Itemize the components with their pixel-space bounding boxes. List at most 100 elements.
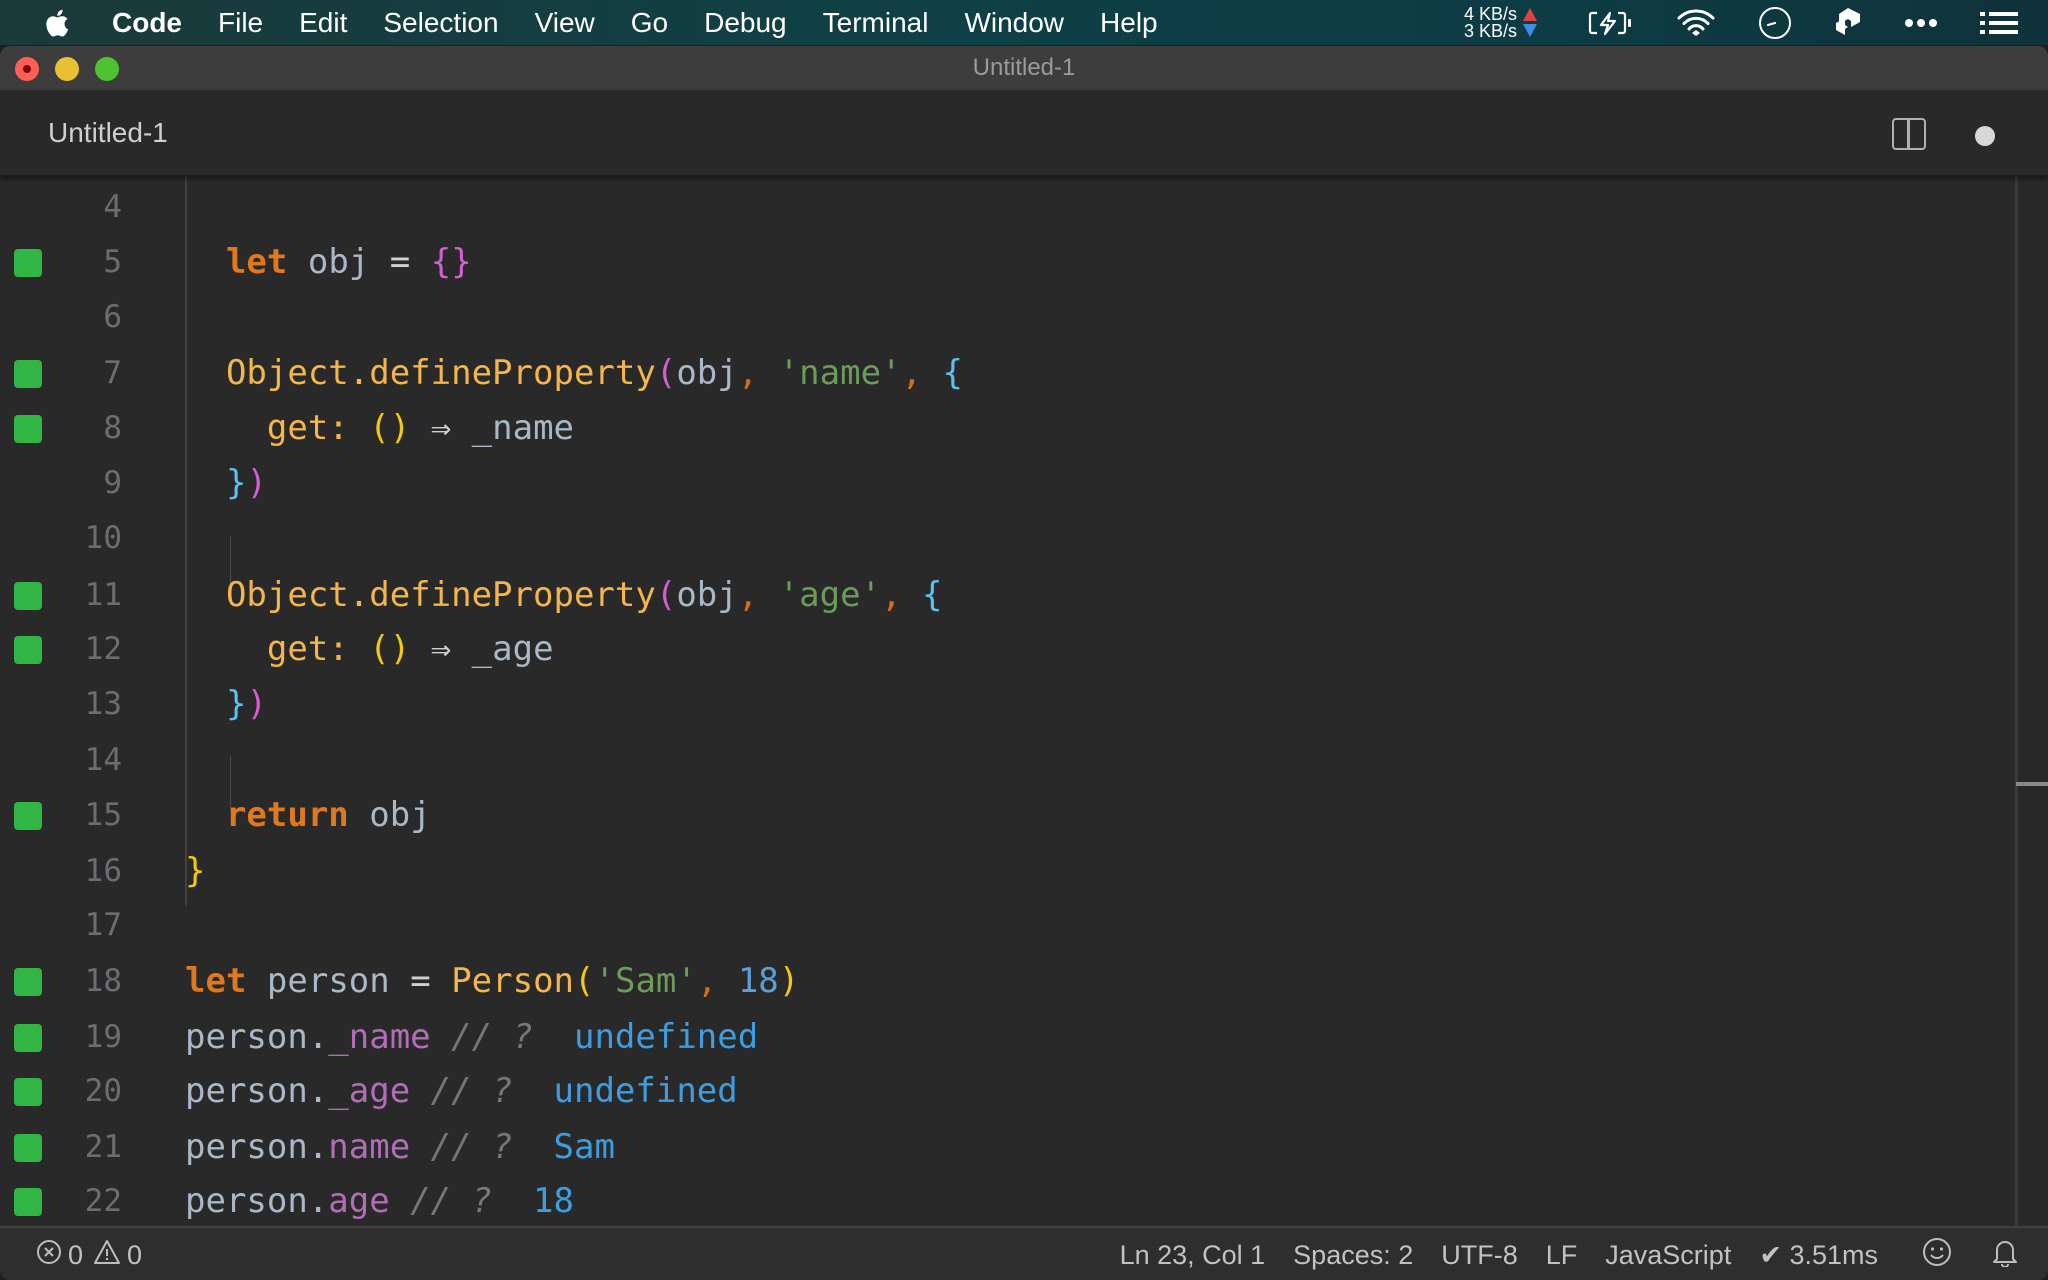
menu-selection[interactable]: Selection <box>365 0 516 45</box>
wifi-icon[interactable] <box>1676 8 1716 38</box>
dropbox-icon[interactable] <box>1834 7 1862 39</box>
upload-speed: 4 KB/s <box>1463 3 1517 24</box>
code-text: person.name // ? Sam <box>185 1120 615 1175</box>
code-line: 8 get: () ⇒ _name <box>0 401 1960 456</box>
line-number: 22 <box>84 1183 122 1219</box>
keyword: let <box>185 961 247 1001</box>
brace: { <box>922 575 943 615</box>
code-line: 22 person.age // ? 18 <box>0 1174 1960 1226</box>
menu-window[interactable]: Window <box>946 0 1082 45</box>
battery-charging-icon[interactable] <box>1588 10 1634 36</box>
parens: () <box>369 629 411 669</box>
code-text: person.age // ? 18 <box>185 1174 574 1226</box>
identifier: person. <box>185 1127 329 1167</box>
code-text: person._age // ? undefined <box>185 1064 738 1119</box>
paren: ) <box>246 684 267 724</box>
property-key: get: <box>266 408 349 448</box>
code-line: 6 <box>0 290 1960 345</box>
code-line: 12 get: () ⇒ _age <box>0 622 1960 677</box>
code-line: 10 <box>0 511 1960 566</box>
code-line: 17 <box>0 898 1960 953</box>
coverage-marker-icon <box>14 582 42 610</box>
line-number: 9 <box>103 465 122 501</box>
indentation-setting[interactable]: Spaces: 2 <box>1293 1240 1413 1271</box>
menu-edit[interactable]: Edit <box>281 0 365 45</box>
line-number: 5 <box>103 244 122 280</box>
file-encoding[interactable]: UTF-8 <box>1441 1240 1518 1271</box>
tab-bar: Untitled-1 <box>0 91 2048 176</box>
keyword: return <box>225 795 349 835</box>
identifier: _name <box>471 408 575 448</box>
coverage-marker-icon <box>14 1134 42 1162</box>
menu-app-code[interactable]: Code <box>94 0 200 45</box>
code-line: 9 }) <box>0 456 1960 511</box>
code-text: Object.defineProperty(obj, 'age', { <box>185 568 943 623</box>
code-text: get: () ⇒ _name <box>185 401 574 456</box>
code-text: let person = Person('Sam', 18) <box>185 954 799 1009</box>
code-line: 4 <box>0 180 1960 235</box>
code-line: 20 person._age // ? undefined <box>0 1064 1960 1119</box>
comment: // ? <box>430 1071 513 1111</box>
comma: , <box>737 575 759 615</box>
brace: { <box>942 353 963 393</box>
property: age <box>328 1181 390 1221</box>
error-icon <box>36 1239 62 1272</box>
identifier: person <box>266 961 390 1001</box>
menu-debug[interactable]: Debug <box>686 0 805 45</box>
menu-go[interactable]: Go <box>613 0 686 45</box>
code-line: 11 Object.defineProperty(obj, 'age', { <box>0 568 1960 623</box>
code-line: 16 } <box>0 844 1960 899</box>
vscode-window: Untitled-1 Untitled-1 4 5 let obj = {} 6… <box>0 46 2048 1280</box>
problems-indicator[interactable]: 0 0 <box>36 1228 152 1280</box>
menu-view[interactable]: View <box>517 0 613 45</box>
menu-terminal[interactable]: Terminal <box>805 0 947 45</box>
keyword: let <box>225 242 288 282</box>
identifier: obj <box>676 575 738 615</box>
title-bar[interactable]: Untitled-1 <box>0 46 2048 91</box>
braces: {} <box>430 242 472 282</box>
line-number: 12 <box>84 631 122 667</box>
comma: , <box>737 353 759 393</box>
vertical-scrollbar[interactable] <box>2015 176 2018 1226</box>
more-icon[interactable] <box>1904 18 1938 28</box>
code-line: 21 person.name // ? Sam <box>0 1120 1960 1175</box>
menu-file[interactable]: File <box>200 0 281 45</box>
network-speed[interactable]: 4 KB/s 3 KB/s <box>1463 3 1517 40</box>
brace: } <box>225 463 247 503</box>
status-tray: 4 KB/s 3 KB/s <box>1464 0 2048 45</box>
paren: ) <box>246 463 267 503</box>
apple-menu-icon[interactable] <box>40 0 72 45</box>
inline-result: undefined <box>573 1017 759 1057</box>
identifier: person. <box>185 1181 329 1221</box>
code-editor[interactable]: 4 5 let obj = {} 6 7 Object.defineProper… <box>0 176 2048 1226</box>
tab-untitled-1[interactable]: Untitled-1 <box>48 91 168 175</box>
feedback-smiley-icon[interactable] <box>1922 1237 1952 1274</box>
unsaved-changes-dot-icon[interactable] <box>1975 126 1995 146</box>
code-line: 14 <box>0 733 1960 788</box>
menu-help[interactable]: Help <box>1082 0 1176 45</box>
identifier: obj <box>676 353 738 393</box>
line-number: 4 <box>103 189 122 225</box>
quokka-timing[interactable]: ✔ 3.51ms <box>1759 1240 1878 1271</box>
cursor-position[interactable]: Ln 23, Col 1 <box>1120 1240 1266 1271</box>
line-number: 6 <box>103 299 122 335</box>
line-number: 21 <box>84 1129 122 1165</box>
line-ending[interactable]: LF <box>1546 1240 1578 1271</box>
identifier: _age <box>471 629 554 669</box>
coverage-marker-icon <box>14 636 42 664</box>
code-text: person._name // ? undefined <box>185 1010 758 1065</box>
string-literal: 'name' <box>778 353 902 393</box>
split-editor-icon[interactable] <box>1892 118 1926 150</box>
coverage-marker-icon <box>14 249 42 277</box>
list-icon[interactable] <box>1980 11 2018 35</box>
line-number: 16 <box>84 853 122 889</box>
notifications-bell-icon[interactable] <box>1992 1237 2018 1274</box>
network-arrows <box>1523 8 1537 37</box>
code-text: let obj = {} <box>185 235 472 290</box>
comment: // ? <box>451 1017 534 1057</box>
comment: // ? <box>410 1181 493 1221</box>
clock-icon[interactable] <box>1758 6 1792 40</box>
language-mode[interactable]: JavaScript <box>1605 1240 1731 1271</box>
line-number: 14 <box>84 742 122 778</box>
download-arrow-icon <box>1523 24 1537 37</box>
